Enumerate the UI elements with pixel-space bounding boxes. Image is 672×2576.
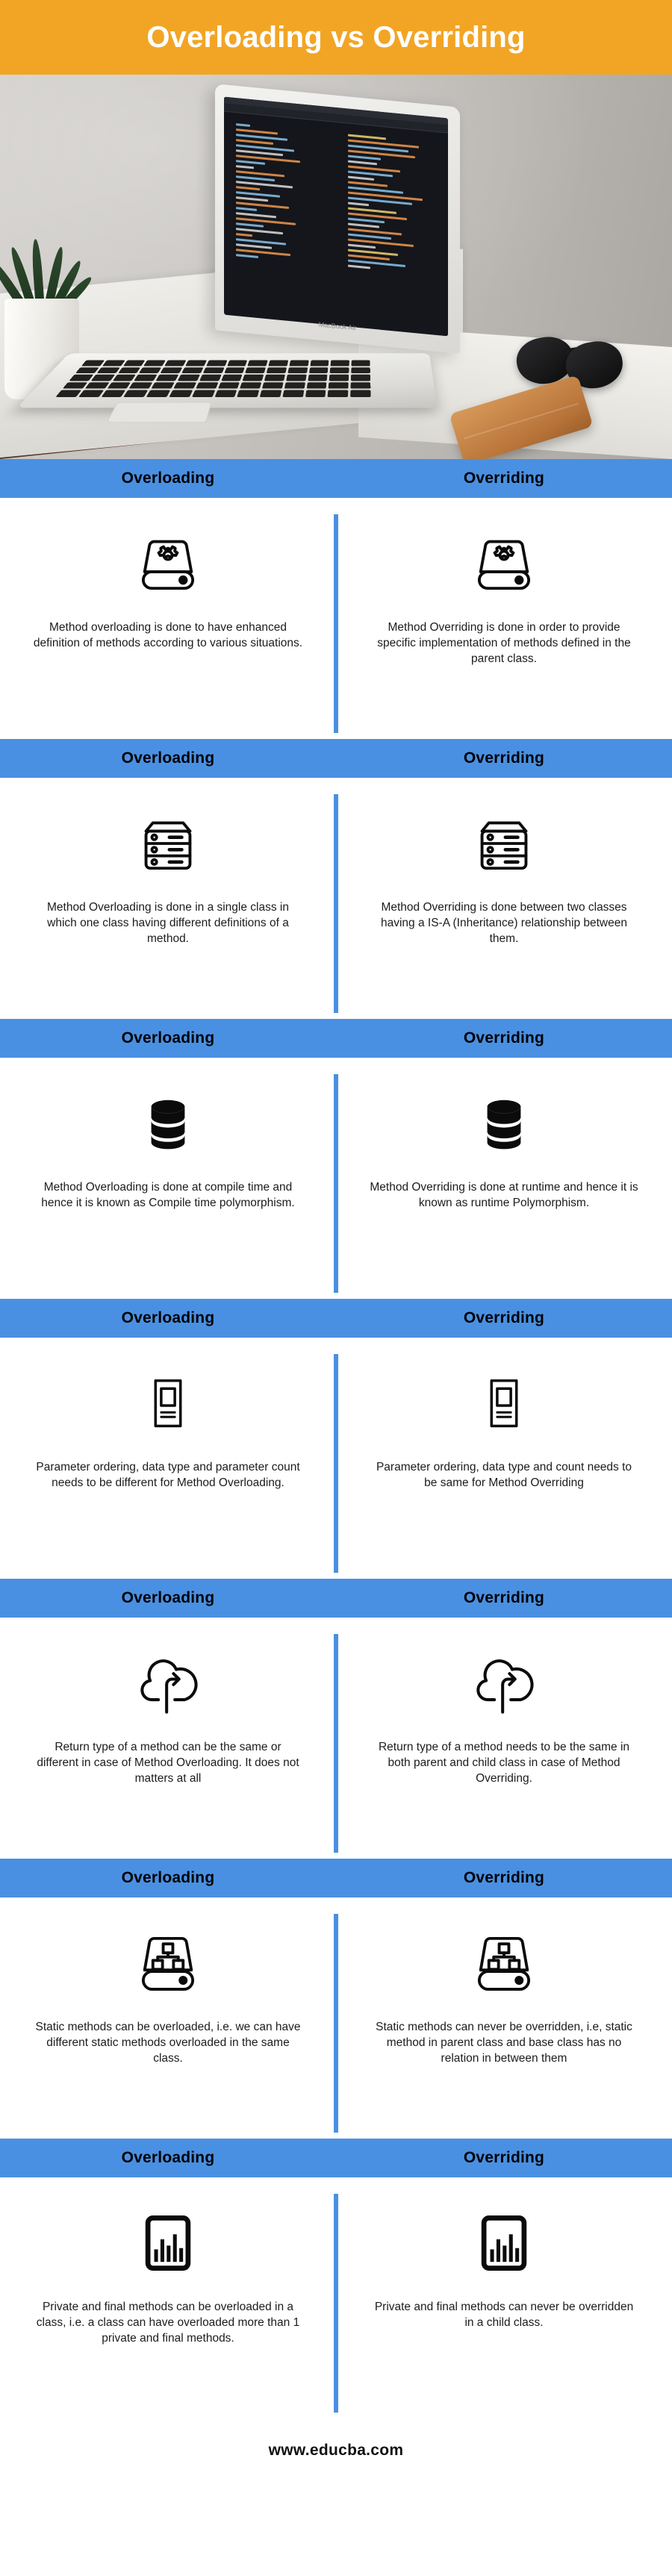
band-label-overloading: Overloading [121,470,215,487]
laptop-trackpad [106,402,212,422]
page-footer: www.educba.com [0,2418,672,2483]
comparison-row: Private and final methods can be overloa… [0,2177,672,2418]
document-card-icon [476,1357,532,1450]
plant-icon [0,228,94,314]
band-label-overriding: Overriding [463,749,545,767]
comparison-cell-overloading: Private and final methods can be overloa… [0,2177,336,2418]
column-divider [334,794,338,1013]
band-label-overloading: Overloading [121,2149,215,2166]
comparison-text: Return type of a method can be the same … [37,1741,299,1785]
comparison-text: Method Overriding is done between two cl… [380,901,627,945]
page-header: Overloading vs Overriding [0,0,672,75]
laptop-screen [224,96,448,337]
comparison-row: Parameter ordering, data type and parame… [0,1338,672,1579]
band-label-overriding: Overriding [463,2149,545,2166]
comparison-cell-overloading: Return type of a method can be the same … [0,1618,336,1859]
comparison-text: Parameter ordering, data type and parame… [36,1461,300,1489]
document-card-icon [140,1357,196,1450]
bar-chart-icon [137,2197,199,2289]
server-rack-icon [470,797,538,890]
comparison-row: Method overloading is done to have enhan… [0,498,672,739]
comparison-cell-overriding: Parameter ordering, data type and count … [336,1338,672,1579]
database-icon [138,1077,198,1170]
comparison-text: Private and final methods can be overloa… [36,2301,300,2345]
gear-machine-icon [470,517,538,610]
band-label-overriding: Overriding [463,1869,545,1886]
comparison-cell-overriding: Method Overriding is done at runtime and… [336,1058,672,1299]
section-band-4: Overloading Overriding [0,1299,672,1338]
code-column-left [231,120,321,325]
comparison-cell-overriding: Method Overriding is done between two cl… [336,778,672,1019]
band-label-overloading: Overloading [121,749,215,767]
column-divider [334,1914,338,2133]
hero-photo: MacBook Air [0,75,672,459]
comparison-cell-overloading: Method overloading is done to have enhan… [0,498,336,739]
band-label-overloading: Overloading [121,1309,215,1326]
comparison-cell-overriding: Method Overriding is done in order to pr… [336,498,672,739]
column-divider [334,1074,338,1293]
cloud-upload-icon [134,1637,202,1730]
comparison-text: Return type of a method needs to be the … [378,1741,630,1785]
database-icon [474,1077,534,1170]
bar-chart-icon [473,2197,535,2289]
section-band-5: Overloading Overriding [0,1579,672,1618]
comparison-text: Static methods can be overloaded, i.e. w… [35,2021,301,2065]
laptop-keyboard [55,360,371,397]
band-label-overloading: Overloading [121,1589,215,1606]
section-band-2: Overloading Overriding [0,739,672,778]
comparison-cell-overriding: Return type of a method needs to be the … [336,1618,672,1859]
comparison-sections: Overloading Overriding Method overloading… [0,459,672,2418]
sunglasses-icon [513,333,642,393]
comparison-cell-overloading: Parameter ordering, data type and parame… [0,1338,336,1579]
comparison-text: Method Overloading is done at compile ti… [41,1181,295,1209]
comparison-row: Method Overloading is done in a single c… [0,778,672,1019]
comparison-text: Static methods can never be overridden, … [376,2021,632,2065]
comparison-row: Return type of a method can be the same … [0,1618,672,1859]
code-column-right [343,131,439,335]
column-divider [334,1354,338,1573]
comparison-cell-overloading: Static methods can be overloaded, i.e. w… [0,1897,336,2139]
footer-url: www.educba.com [268,2442,404,2459]
gear-machine-icon [134,517,202,610]
band-label-overloading: Overloading [121,1869,215,1886]
comparison-text: Method Overriding is done at runtime and… [370,1181,638,1209]
page-title: Overloading vs Overriding [146,20,526,54]
band-label-overriding: Overriding [463,1589,545,1606]
comparison-row: Static methods can be overloaded, i.e. w… [0,1897,672,2139]
comparison-text: Method Overriding is done in order to pr… [377,621,631,665]
comparison-text: Method overloading is done to have enhan… [33,621,303,649]
band-label-overriding: Overriding [463,1309,545,1326]
comparison-row: Method Overloading is done at compile ti… [0,1058,672,1299]
server-rack-icon [134,797,202,890]
cloud-upload-icon [470,1637,538,1730]
comparison-text: Parameter ordering, data type and count … [376,1461,632,1489]
infographic-page: Overloading vs Overriding MacBook Air Ov… [0,0,672,2576]
comparison-cell-overriding: Private and final methods can never be o… [336,2177,672,2418]
comparison-cell-overloading: Method Overloading is done at compile ti… [0,1058,336,1299]
band-label-overriding: Overriding [463,470,545,487]
comparison-cell-overriding: Static methods can never be overridden, … [336,1897,672,2139]
comparison-text: Method Overloading is done in a single c… [47,901,289,945]
column-divider [334,514,338,733]
network-hierarchy-machine-icon [470,1917,538,2009]
comparison-cell-overloading: Method Overloading is done in a single c… [0,778,336,1019]
section-band-6: Overloading Overriding [0,1859,672,1897]
section-band-7: Overloading Overriding [0,2139,672,2177]
comparison-text: Private and final methods can never be o… [374,2301,634,2329]
column-divider [334,2194,338,2413]
column-divider [334,1634,338,1853]
section-band-3: Overloading Overriding [0,1019,672,1058]
section-band-1: Overloading Overriding [0,459,672,498]
band-label-overriding: Overriding [463,1029,545,1047]
network-hierarchy-machine-icon [134,1917,202,2009]
band-label-overloading: Overloading [121,1029,215,1047]
